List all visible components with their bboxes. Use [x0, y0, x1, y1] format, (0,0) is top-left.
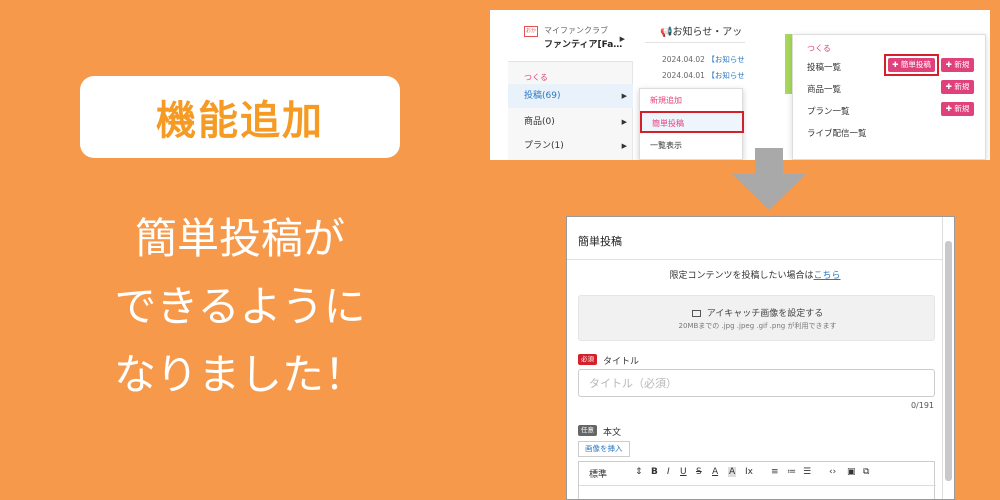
megaphone-icon: 📢 [660, 27, 673, 38]
insert-image-button[interactable]: 画像を挿入 [578, 441, 630, 457]
caret-right-icon: ▶ [621, 142, 627, 150]
arrow-down-icon [732, 148, 806, 210]
body-label: 本文 [603, 428, 622, 438]
new-plan-button[interactable]: ✚ 新規 [941, 102, 974, 116]
scrollbar-thumb[interactable] [945, 241, 952, 481]
sidebar-item-posts[interactable]: 投稿(69) ▶ [508, 84, 633, 108]
sidebar-item-label: 商品(0) [524, 117, 555, 127]
menu-row-plan-list[interactable]: プラン一覧 [807, 105, 850, 117]
editor-toolbar: 標準 ⇕ B I U S A A Ix ≡ ≔ ☰ ‹› ▣ ⧉ [578, 461, 936, 499]
news-item[interactable]: 2024.04.01 【お知らせ [662, 70, 745, 81]
submenu-list[interactable]: 一覧表示 [640, 135, 744, 157]
embed-button[interactable]: ⧉ [863, 467, 869, 477]
select-arrows-icon: ⇕ [635, 467, 643, 477]
headline-line-1: 簡単投稿が [134, 214, 345, 263]
fanclub-sub-label: マイファンクラブ [544, 26, 608, 35]
dashboard-screenshot: おか マイファンクラブ ファンティア[Fa… ▶ つくる 投稿(69) ▶ 商品… [490, 10, 990, 160]
sidebar-item-label: 投稿(69) [524, 91, 561, 101]
title-input[interactable] [578, 369, 935, 397]
highlight-button[interactable]: A [728, 467, 737, 477]
image-button[interactable]: ▣ [847, 467, 856, 477]
scrollbar[interactable] [942, 217, 954, 499]
submenu-new-post[interactable]: 新規追加 [640, 90, 744, 112]
image-icon [691, 310, 701, 317]
easy-post-button[interactable]: ✚ 簡単投稿 [888, 58, 935, 72]
clear-format-button[interactable]: Ix [745, 467, 753, 477]
news-title: 📢お知らせ・アッ [660, 27, 743, 38]
caret-right-icon: ▶ [621, 92, 627, 100]
news-item[interactable]: 2024.04.02 【お知らせ [662, 54, 745, 65]
menu-row-post-list[interactable]: 投稿一覧 [807, 61, 841, 73]
optional-badge: 任意 [578, 425, 597, 436]
menu-row-live-list[interactable]: ライブ配信一覧 [807, 127, 867, 139]
title-char-counter: 0/191 [910, 401, 934, 410]
fanclub-logo: おか [524, 26, 538, 37]
title-label: タイトル [603, 357, 640, 367]
fanclub-name: ファンティア[Fa… [544, 40, 623, 50]
create-menu-section: つくる [807, 44, 831, 53]
form-title: 簡単投稿 [578, 235, 622, 248]
sidebar-item-products[interactable]: 商品(0) ▶ [508, 110, 633, 134]
submenu-easy-post[interactable]: 簡単投稿 [640, 111, 744, 133]
sidebar-item-label: プラン(1) [524, 141, 564, 151]
divider [645, 42, 745, 43]
caret-right-icon: ▶ [619, 35, 625, 43]
eyecatch-label: アイキャッチ画像を設定する [579, 306, 936, 319]
headline-line-2: できるように [114, 282, 366, 331]
align-button[interactable]: ≡ [771, 467, 779, 477]
divider [567, 259, 943, 260]
strikethrough-button[interactable]: S [696, 467, 702, 477]
text-color-button[interactable]: A [712, 467, 718, 477]
toolbar-row: 標準 ⇕ B I U S A A Ix ≡ ≔ ☰ ‹› ▣ ⧉ [579, 462, 936, 486]
post-submenu: 新規追加 簡単投稿 一覧表示 [639, 88, 744, 160]
form-note: 限定コンテンツを投稿したい場合はこちら [669, 271, 841, 281]
headline-line-3: なりました！ [113, 350, 366, 399]
underline-button[interactable]: U [680, 467, 687, 477]
menu-row-product-list[interactable]: 商品一覧 [807, 83, 841, 95]
feature-badge: 機能追加 [80, 76, 400, 158]
text-style-select[interactable]: 標準 [589, 467, 607, 480]
eyecatch-hint: 20MBまでの .jpg .jpeg .gif .png が利用できます [678, 322, 837, 330]
create-menu: つくる 投稿一覧 商品一覧 プラン一覧 ライブ配信一覧 ✚ 簡単投稿 ✚ 新規 … [792, 34, 986, 160]
italic-button[interactable]: I [667, 467, 670, 477]
bullet-list-button[interactable]: ☰ [803, 467, 811, 477]
bold-button[interactable]: B [651, 467, 658, 477]
sidebar-section-label: つくる [524, 73, 548, 82]
new-post-button[interactable]: ✚ 新規 [941, 58, 974, 72]
new-product-button[interactable]: ✚ 新規 [941, 80, 974, 94]
required-badge: 必須 [578, 354, 597, 365]
ordered-list-button[interactable]: ≔ [787, 467, 796, 477]
easy-post-form-screenshot: 簡単投稿 限定コンテンツを投稿したい場合はこちら アイキャッチ画像を設定する 2… [566, 216, 955, 500]
fanclub-switcher[interactable]: おか マイファンクラブ ファンティア[Fa… ▶ [508, 10, 633, 62]
sidebar-item-plans[interactable]: プラン(1) ▶ [508, 134, 633, 158]
code-button[interactable]: ‹› [829, 467, 836, 477]
caret-right-icon: ▶ [621, 118, 627, 126]
promo-headline: 簡単投稿が できるように なりました！ [50, 205, 430, 409]
limited-content-link[interactable]: こちら [814, 271, 841, 281]
sidebar: おか マイファンクラブ ファンティア[Fa… ▶ つくる 投稿(69) ▶ 商品… [508, 10, 633, 160]
eyecatch-uploader[interactable]: アイキャッチ画像を設定する 20MBまでの .jpg .jpeg .gif .p… [578, 295, 935, 341]
